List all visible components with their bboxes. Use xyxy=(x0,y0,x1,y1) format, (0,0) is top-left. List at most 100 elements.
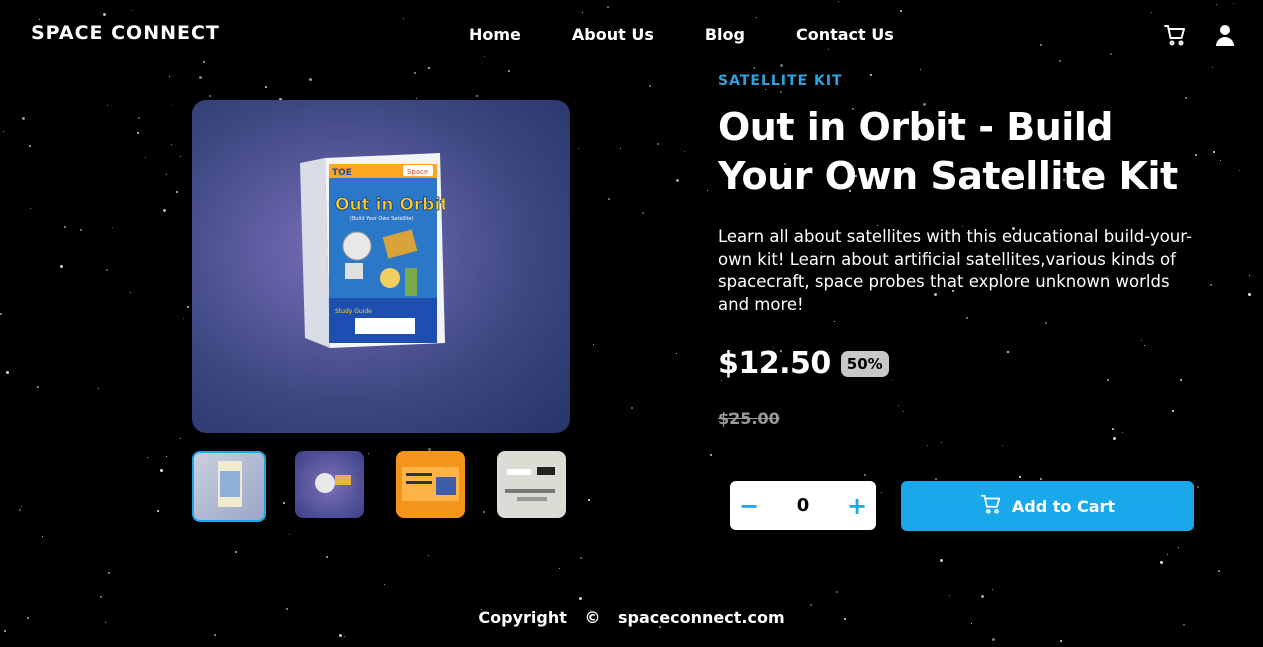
star xyxy=(414,72,416,74)
increase-quantity-button[interactable]: + xyxy=(844,492,870,520)
star xyxy=(992,638,995,641)
box-title: Out in Orbit xyxy=(335,195,445,215)
star xyxy=(620,148,621,149)
star xyxy=(1218,570,1220,572)
box-badge: Study Guide xyxy=(335,308,372,315)
header-actions xyxy=(1163,23,1237,47)
thumbnail-kit-parts[interactable] xyxy=(497,451,566,518)
product-title: Out in Orbit - Build Your Own Satellite … xyxy=(718,105,1178,198)
star xyxy=(166,456,167,457)
star xyxy=(881,492,882,493)
star xyxy=(0,313,2,315)
star xyxy=(579,597,582,600)
box-tag: Space xyxy=(407,168,428,176)
user-icon[interactable] xyxy=(1213,23,1237,47)
star xyxy=(1019,476,1021,478)
star xyxy=(265,86,267,88)
star xyxy=(37,386,39,388)
star xyxy=(1113,437,1116,440)
star xyxy=(147,457,148,458)
star xyxy=(1112,428,1114,430)
product-main-image: TOE Space Out in Orbit (Build Your Own S… xyxy=(192,100,570,433)
star xyxy=(138,117,140,119)
star xyxy=(580,557,582,559)
star xyxy=(1122,432,1123,433)
thumbnail-box-front[interactable] xyxy=(192,451,266,522)
product-category: SATELLITE KIT xyxy=(718,73,843,89)
star xyxy=(339,634,342,637)
site-header: SPACE CONNECT Home About Us Blog Contact… xyxy=(0,0,1263,70)
star xyxy=(657,143,659,145)
star xyxy=(187,306,189,308)
star xyxy=(214,634,216,636)
nav-blog[interactable]: Blog xyxy=(705,25,745,44)
star xyxy=(180,156,181,157)
star xyxy=(1249,275,1250,276)
star xyxy=(864,474,866,476)
quantity-stepper: − 0 + xyxy=(730,481,876,530)
star xyxy=(940,559,943,562)
decrease-quantity-button[interactable]: − xyxy=(736,492,762,520)
star xyxy=(163,209,166,212)
star xyxy=(707,190,708,191)
star xyxy=(4,630,6,632)
star xyxy=(106,269,108,271)
star xyxy=(19,509,21,511)
original-price: $25.00 xyxy=(718,409,780,428)
star xyxy=(183,318,184,319)
thumbnail-instructions[interactable] xyxy=(396,451,465,518)
star xyxy=(166,174,167,175)
star xyxy=(593,344,594,345)
star xyxy=(171,144,172,145)
star xyxy=(22,117,25,120)
star xyxy=(949,595,950,596)
star xyxy=(160,469,163,472)
price-row: $12.50 50% xyxy=(718,346,1218,381)
star xyxy=(1167,554,1168,555)
star xyxy=(100,596,102,598)
star xyxy=(476,95,478,97)
star xyxy=(1220,160,1221,161)
nav-contact-us[interactable]: Contact Us xyxy=(796,25,894,44)
star xyxy=(98,388,99,389)
product-description: Learn all about satellites with this edu… xyxy=(718,227,1192,314)
star xyxy=(1160,561,1163,564)
star xyxy=(416,98,417,99)
star xyxy=(559,568,560,569)
star xyxy=(608,198,610,200)
product-gallery: TOE Space Out in Orbit (Build Your Own S… xyxy=(192,100,570,522)
copyright-symbol: © xyxy=(584,608,601,627)
star xyxy=(1239,170,1240,171)
star xyxy=(80,229,82,231)
cart-icon[interactable] xyxy=(1163,23,1187,47)
thumbnail-satellite-model[interactable] xyxy=(295,451,364,518)
site-logo[interactable]: SPACE CONNECT xyxy=(31,22,220,44)
star xyxy=(642,212,644,214)
star xyxy=(60,265,63,268)
star xyxy=(676,179,679,182)
star xyxy=(1197,486,1199,488)
star xyxy=(29,145,31,147)
star xyxy=(941,442,942,443)
star xyxy=(1002,445,1003,446)
copyright-text: Copyright xyxy=(478,608,567,627)
add-to-cart-label: Add to Cart xyxy=(1011,496,1116,516)
star xyxy=(289,534,290,535)
nav-home[interactable]: Home xyxy=(469,25,521,44)
star xyxy=(508,70,510,72)
star xyxy=(176,191,178,193)
quantity-value[interactable]: 0 xyxy=(797,495,810,516)
star xyxy=(428,555,429,556)
star xyxy=(6,371,9,374)
add-to-cart-button[interactable]: Add to Cart xyxy=(901,481,1194,531)
product-price: $12.50 xyxy=(718,346,831,381)
star xyxy=(172,105,173,106)
star xyxy=(180,438,181,439)
star xyxy=(676,353,677,354)
star xyxy=(1040,478,1042,480)
star xyxy=(107,105,108,106)
star xyxy=(344,636,345,637)
footer-site-link[interactable]: spaceconnect.com xyxy=(618,608,785,627)
nav-about-us[interactable]: About Us xyxy=(572,25,654,44)
star xyxy=(108,572,110,574)
